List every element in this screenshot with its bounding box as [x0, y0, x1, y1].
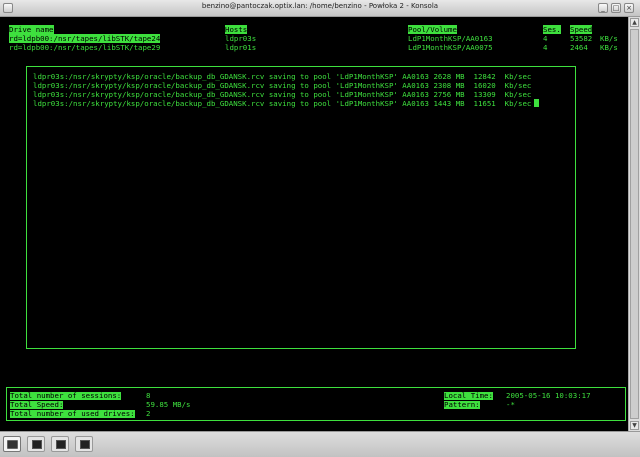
terminal-icon [32, 440, 42, 449]
new-session-button[interactable] [3, 436, 21, 452]
terminal-icon [80, 440, 90, 449]
drives-value: 2 [146, 409, 151, 418]
scroll-down-icon[interactable]: ▼ [630, 421, 639, 430]
minimize-icon[interactable]: _ [598, 3, 608, 13]
vertical-scrollbar[interactable]: ▲ ▼ [628, 17, 640, 431]
log-line-text: ldpr03s:/nsr/skrypty/ksp/oracle/backup_d… [33, 99, 532, 108]
table-row-pool: LdP1MonthKSP/AA0163 [408, 34, 493, 43]
col-header-drive: Drive name [9, 25, 54, 34]
drives-label: Total number of used drives: [10, 409, 135, 418]
terminal-area[interactable]: Drive name Hosts Pool/Volume Ses. Speed … [0, 17, 628, 431]
scroll-thumb[interactable] [630, 29, 639, 419]
col-header-speed: Speed [570, 25, 593, 34]
konsole-window: benzino@pantoczak.optix.lan: /home/benzi… [0, 0, 640, 457]
table-row-drive: rd=ldpb00:/nsr/tapes/libSTK/tape29 [9, 43, 161, 52]
session-tab-1[interactable] [27, 436, 45, 452]
session-log-box: ldpr03s:/nsr/skrypty/ksp/oracle/backup_d… [26, 66, 576, 349]
sessions-value: 8 [146, 391, 151, 400]
local-time-label: Local Time: [444, 391, 493, 400]
log-line: ldpr03s:/nsr/skrypty/ksp/oracle/backup_d… [33, 81, 532, 90]
text-cursor [534, 99, 540, 107]
table-row-drive: rd=ldpb00:/nsr/tapes/libSTK/tape24 [9, 34, 161, 43]
log-line: ldpr03s:/nsr/skrypty/ksp/oracle/backup_d… [33, 72, 532, 81]
window-title: benzino@pantoczak.optix.lan: /home/benzi… [201, 2, 439, 10]
log-line-last: ldpr03s:/nsr/skrypty/ksp/oracle/backup_d… [33, 99, 540, 108]
table-row-pool: LdP1MonthKSP/AA0075 [408, 43, 493, 52]
col-header-ses: Ses. [543, 25, 561, 34]
title-bar[interactable]: benzino@pantoczak.optix.lan: /home/benzi… [0, 0, 640, 17]
table-row-unit: KB/s [600, 34, 618, 43]
session-tab-bar [0, 431, 640, 457]
session-tab-3[interactable] [75, 436, 93, 452]
table-row-host: ldpr01s [225, 43, 257, 52]
terminal-icon [56, 440, 66, 449]
scroll-up-icon[interactable]: ▲ [630, 18, 639, 27]
speed-label: Total Speed: [10, 400, 64, 409]
konsole-icon [7, 440, 18, 449]
table-row-speed: 2464 [570, 43, 588, 52]
close-icon[interactable]: × [624, 3, 634, 13]
table-row-speed: 53582 [570, 34, 593, 43]
log-line: ldpr03s:/nsr/skrypty/ksp/oracle/backup_d… [33, 90, 532, 99]
table-row-host: ldpr03s [225, 34, 257, 43]
pattern-label: Pattern: [444, 400, 480, 409]
table-row-unit: KB/s [600, 43, 618, 52]
speed-value: 59.85 MB/s [146, 400, 191, 409]
sessions-label: Total number of sessions: [10, 391, 122, 400]
session-tab-2[interactable] [51, 436, 69, 452]
status-summary-box: Total number of sessions: 8 Total Speed:… [6, 387, 626, 421]
table-row-ses: 4 [543, 34, 548, 43]
col-header-pool: Pool/Volume [408, 25, 457, 34]
table-row-ses: 4 [543, 43, 548, 52]
maximize-icon[interactable]: □ [611, 3, 621, 13]
col-header-host: Hosts [225, 25, 248, 34]
pattern-value: -* [506, 400, 515, 409]
local-time-value: 2005-05-16 10:03:17 [506, 391, 591, 400]
